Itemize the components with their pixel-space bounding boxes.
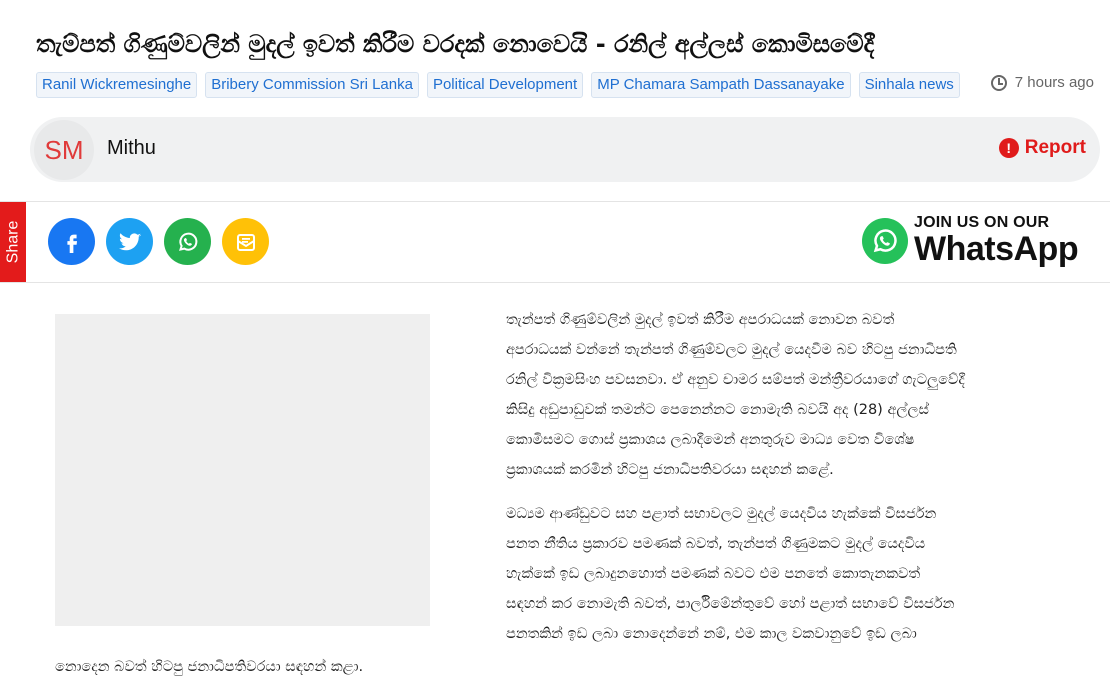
paragraph-line: හැක්කේ ඉඩ ලබාදුනහොත් පමණක් බවට එම පනතේ ක… — [506, 566, 921, 582]
share-tab[interactable]: Share — [0, 202, 26, 282]
paragraph-line: පනතකින් ඉඩ ලබා නොදෙන්නේ නම්, එම කාල වකවා… — [506, 626, 917, 642]
clock-icon — [990, 74, 1007, 91]
email-share-button[interactable] — [222, 218, 269, 265]
whatsapp-logo-icon — [862, 217, 908, 264]
tag-link[interactable]: MP Chamara Sampath Dassanayake — [591, 72, 851, 98]
alert-icon: ! — [998, 138, 1019, 158]
paragraph-line: කිසිදු අඩුපාඩුවක් තමන්ට පෙනෙන්නට නොමැති … — [506, 402, 929, 418]
author-name[interactable]: Mithu — [107, 137, 156, 160]
whatsapp-banner-line1: JOIN US ON OUR — [914, 214, 1050, 231]
publish-time: 7 hours ago — [990, 74, 1094, 91]
paragraph-line: සඳහන් කර නොමැති බවත්, පාර්ලිමේන්තුවේ හෝ … — [506, 596, 955, 612]
twitter-share-button[interactable] — [106, 218, 153, 265]
paragraph-line: මධ්‍යම ආණ්ඩුවට සහ පළාත් සභාවලට මුදල් යෙද… — [506, 506, 937, 522]
whatsapp-join-banner[interactable]: JOIN US ON OUR WhatsApp — [862, 214, 1079, 268]
author-bar: SM Mithu ! Report — [30, 117, 1100, 182]
social-share-buttons — [48, 218, 269, 265]
paragraph-line: තැන්පත් ගිණුම්වලින් මුදල් ඉවත් කිරීම අපර… — [506, 312, 895, 328]
report-label: Report — [1024, 137, 1086, 158]
article-paragraph: මධ්‍යම ආණ්ඩුවට සහ පළාත් සභාවලට මුදල් යෙද… — [506, 499, 1086, 649]
article-image — [55, 314, 430, 626]
paragraph-line: රනිල් වික්‍රමසිංහ පවසනවා. ඒ අනුව චාමර සම… — [506, 372, 965, 388]
paragraph-line: කොමිසමට ගොස් ප්‍රකාශය ලබාදීමෙන් අනතුරුව … — [506, 432, 915, 448]
share-label: Share — [4, 220, 22, 264]
whatsapp-icon — [178, 232, 197, 251]
facebook-icon — [66, 234, 77, 253]
whatsapp-share-button[interactable] — [164, 218, 211, 265]
whatsapp-banner-line2: WhatsApp — [914, 230, 1079, 268]
report-button[interactable]: ! Report — [998, 137, 1086, 159]
twitter-icon — [118, 232, 141, 250]
article-title: තැම්පත් ගිණුම්වලින් මුදල් ඉවත් කිරීම වරද… — [36, 30, 875, 58]
tag-link[interactable]: Sinhala news — [858, 72, 960, 98]
article-paragraph: තැන්පත් ගිණුම්වලින් මුදල් ඉවත් කිරීම අපර… — [506, 305, 1086, 485]
paragraph-line: අපරාධයක් වන්නේ තැන්පත් ගිණුම්වලට මුදල් ය… — [506, 342, 957, 358]
divider — [0, 201, 1110, 202]
tag-link[interactable]: Political Development — [426, 72, 584, 98]
time-ago-label: 7 hours ago — [1014, 74, 1094, 91]
email-icon — [236, 233, 255, 251]
paragraph-line: ප්‍රකාශයක් කරමින් හිටපු ජනාධිපතිවරයා සඳහ… — [506, 462, 834, 478]
tag-list: Ranil Wickremesinghe Bribery Commission … — [36, 72, 960, 98]
divider — [0, 282, 1110, 283]
avatar[interactable]: SM — [34, 120, 94, 180]
tag-link[interactable]: Ranil Wickremesinghe — [36, 72, 198, 98]
paragraph-line: නොදෙන බවත් හිටපු ජනාධිපතිවරයා සඳහන් කළා. — [55, 659, 364, 675]
facebook-share-button[interactable] — [48, 218, 95, 265]
paragraph-line: පනත නීතිය ප්‍රකාරව පමණක් බවත්, තැන්පත් ග… — [506, 536, 926, 552]
article-body: තැන්පත් ගිණුම්වලින් මුදල් ඉවත් කිරීම අපර… — [506, 305, 1086, 649]
tag-link[interactable]: Bribery Commission Sri Lanka — [205, 72, 419, 98]
